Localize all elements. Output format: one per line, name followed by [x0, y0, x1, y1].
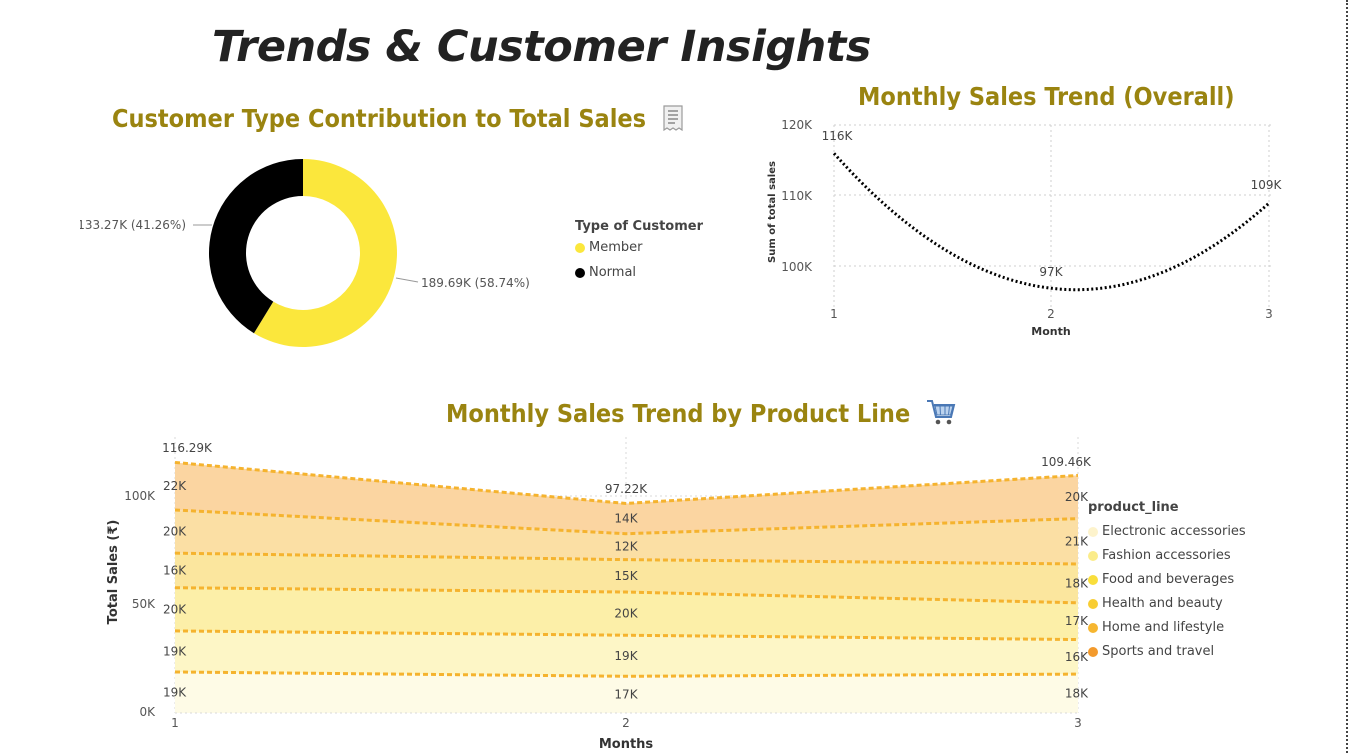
- line-ytick-110k: 110K: [781, 189, 813, 203]
- legend-dot: [1088, 574, 1098, 585]
- line-chart: 120K 110K 100K 1 2 3 Month Sum of total …: [767, 118, 1283, 338]
- area-total-m2: 97.22K: [605, 482, 648, 496]
- area-value-label: 14K: [614, 512, 638, 526]
- legend-item-electronic-accessories[interactable]: Electronic accessories: [1088, 524, 1246, 539]
- line-ylabel: Sum of total sales: [767, 161, 778, 263]
- legend-item-food-and-beverages[interactable]: Food and beverages: [1088, 572, 1246, 587]
- donut-label-member: 189.69K (58.74%): [421, 276, 530, 290]
- legend-label-member: Member: [589, 240, 643, 255]
- area-value-label: 17K: [1065, 614, 1089, 628]
- area-value-label: 18K: [1065, 576, 1089, 590]
- donut-slice-normal[interactable]: [209, 159, 303, 334]
- area-value-label: 18K: [1065, 687, 1089, 701]
- line-label-m1: 116K: [822, 129, 854, 143]
- area-total-m3: 109.46K: [1041, 455, 1092, 469]
- area-value-label: 20K: [163, 602, 187, 616]
- legend-label: Health and beauty: [1102, 596, 1223, 611]
- legend-dot: [1088, 598, 1098, 609]
- page-edge-divider: [1346, 0, 1348, 753]
- legend-item-fashion-accessories[interactable]: Fashion accessories: [1088, 548, 1246, 563]
- line-label-m2: 97K: [1039, 265, 1063, 279]
- donut-leader-member: [395, 277, 419, 283]
- area-total-m1: 116.29K: [162, 441, 213, 455]
- area-value-label: 19K: [614, 649, 638, 663]
- donut-legend: Type of Customer Member Normal: [575, 219, 703, 280]
- line-ytick-120k: 120K: [781, 118, 813, 132]
- area-xtick-2: 2: [622, 716, 630, 730]
- legend-label: Fashion accessories: [1102, 548, 1231, 563]
- legend-label: Home and lifestyle: [1102, 620, 1225, 635]
- page-title: Trends & Customer Insights: [212, 22, 871, 72]
- legend-item-home-and-lifestyle[interactable]: Home and lifestyle: [1088, 620, 1246, 635]
- area-value-label: 21K: [1065, 534, 1089, 548]
- legend-label-normal: Normal: [589, 265, 637, 280]
- area-value-label: 19K: [163, 644, 187, 658]
- area-value-label: 17K: [614, 688, 638, 702]
- legend-item-health-and-beauty[interactable]: Health and beauty: [1088, 596, 1246, 611]
- donut-label-normal: 133.27K (41.26%): [80, 218, 186, 232]
- legend-dot: [1088, 622, 1098, 633]
- receipt-icon: [662, 105, 684, 137]
- line-xtick-1: 1: [830, 307, 838, 321]
- shopping-cart-icon: [926, 398, 956, 432]
- donut-title-text: Customer Type Contribution to Total Sale…: [112, 104, 647, 133]
- donut-chart: 133.27K (41.26%) 189.69K (58.74%): [80, 159, 530, 347]
- area-value-label: 20K: [163, 525, 187, 539]
- area-xtick-3: 3: [1074, 716, 1082, 730]
- area-value-label: 12K: [614, 540, 638, 554]
- area-legend: product_line Electronic accessories Fashi…: [1088, 500, 1246, 659]
- donut-title: Customer Type Contribution to Total Sale…: [112, 104, 684, 137]
- area-value-label: 15K: [614, 569, 638, 583]
- area-xlabel: Months: [599, 737, 654, 752]
- area-ytick-0k: 0K: [139, 705, 156, 719]
- line-label-m3: 109K: [1251, 178, 1283, 192]
- area-xtick-1: 1: [171, 716, 179, 730]
- legend-item-member[interactable]: Member: [575, 240, 703, 255]
- area-ytick-50k: 50K: [132, 597, 156, 611]
- legend-dot: [1088, 646, 1098, 657]
- area-title: Monthly Sales Trend by Product Line: [446, 398, 956, 432]
- legend-item-normal[interactable]: Normal: [575, 265, 703, 280]
- area-value-label: 20K: [614, 607, 638, 621]
- donut-legend-title: Type of Customer: [575, 219, 704, 234]
- line-title: Monthly Sales Trend (Overall): [858, 82, 1235, 111]
- area-legend-title: product_line: [1088, 500, 1179, 515]
- donut-slices: [209, 159, 398, 347]
- legend-label: Sports and travel: [1102, 644, 1215, 659]
- area-value-label: 19K: [163, 686, 187, 700]
- area-value-label: 16K: [163, 563, 187, 577]
- legend-label: Food and beverages: [1102, 572, 1235, 587]
- area-value-label: 16K: [1065, 650, 1089, 664]
- legend-dot: [1088, 550, 1098, 561]
- legend-item-sports-and-travel[interactable]: Sports and travel: [1088, 644, 1246, 659]
- legend-dot: [1088, 526, 1098, 537]
- area-ytick-100k: 100K: [124, 489, 156, 503]
- line-xtick-2: 2: [1047, 307, 1055, 321]
- legend-label: Electronic accessories: [1102, 524, 1246, 539]
- area-chart: 19K 17K 18K19K 19K 16K20K 20K17K16K 15K18K20K1…: [106, 437, 1092, 752]
- area-ylabel: Total Sales (₹): [106, 520, 121, 625]
- area-title-text: Monthly Sales Trend by Product Line: [446, 399, 911, 428]
- line-xlabel: Month: [1031, 325, 1070, 338]
- line-xtick-3: 3: [1265, 307, 1273, 321]
- line-ytick-100k: 100K: [781, 260, 813, 274]
- legend-dot-member: [575, 242, 585, 253]
- legend-dot-normal: [575, 267, 585, 278]
- area-legend-items: Electronic accessories Fashion accessorie…: [1088, 524, 1246, 659]
- area-value-label: 22K: [163, 479, 187, 493]
- area-value-label: 20K: [1065, 490, 1089, 504]
